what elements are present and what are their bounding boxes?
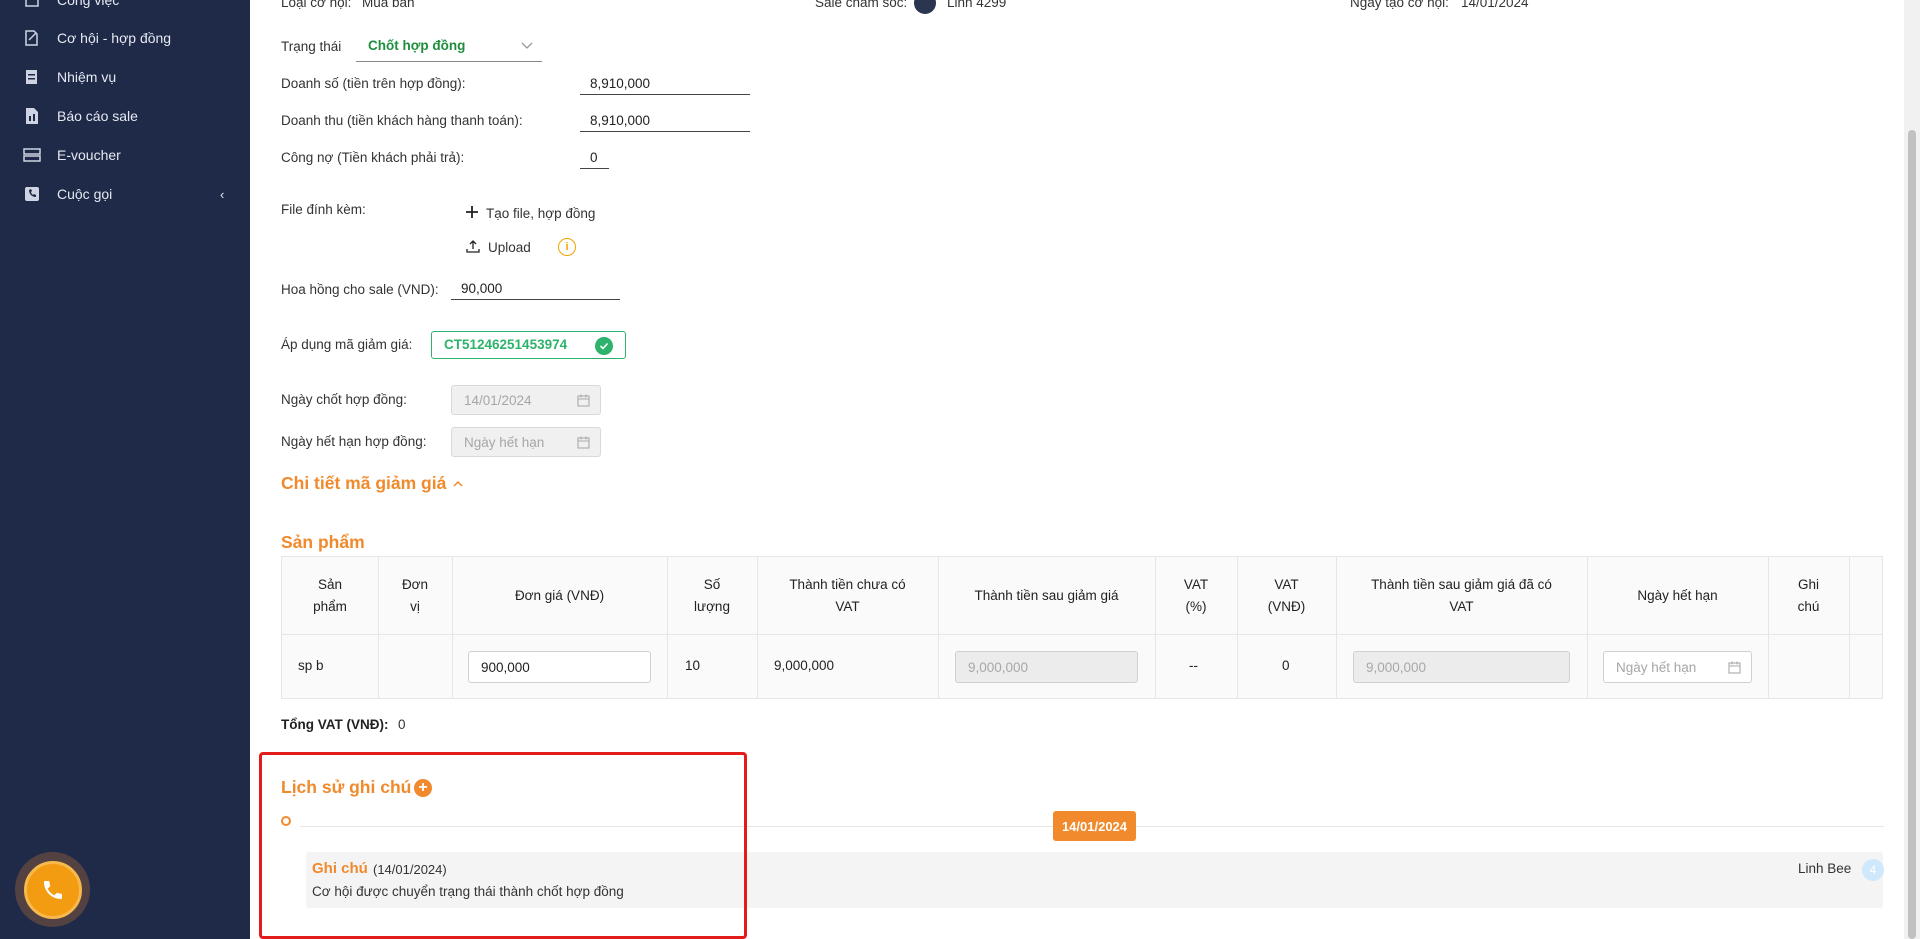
revenue-contract-input[interactable] bbox=[580, 73, 750, 95]
sidebar-item-label: Cuộc gọi bbox=[57, 186, 113, 202]
sidebar: Công việc Cơ hội - hợp đồng Nhiệm vụ Báo… bbox=[0, 0, 250, 939]
col-header-vat-pct: VAT (%) bbox=[1183, 576, 1209, 614]
sidebar-item-label: Công việc bbox=[57, 0, 120, 8]
sidebar-item-tasks[interactable]: Công việc bbox=[0, 0, 250, 17]
sidebar-item-sale-report[interactable]: Báo cáo sale bbox=[0, 99, 250, 133]
close-date-label: Ngày chốt hợp đồng: bbox=[281, 392, 407, 407]
debt-input[interactable] bbox=[580, 147, 609, 169]
create-file-label: Tạo file, hợp đồng bbox=[486, 206, 596, 221]
scrollbar-thumb[interactable] bbox=[1908, 130, 1916, 939]
discount-code: CT51246251453974 bbox=[444, 337, 568, 352]
discount-detail-toggle[interactable]: Chi tiết mã giảm giá bbox=[281, 473, 464, 494]
avatar: 4 bbox=[1862, 859, 1884, 881]
expire-date-placeholder: Ngày hết hạn bbox=[464, 435, 545, 450]
cell-vat-vnd: 0 bbox=[1282, 658, 1290, 673]
created-date-label: Ngày tạo cơ hội: bbox=[1350, 0, 1449, 10]
note-date-badge: 14/01/2024 bbox=[1053, 811, 1136, 841]
products-title: Sản phẩm bbox=[281, 532, 365, 552]
col-header-unit: Đơn vị bbox=[401, 576, 429, 614]
task-icon bbox=[22, 0, 42, 10]
col-header-amount-pre-vat: Thành tiền chưa có VAT bbox=[789, 576, 906, 614]
revenue-paid-input[interactable] bbox=[580, 110, 750, 132]
phone-icon bbox=[22, 184, 42, 204]
upload-button[interactable]: Upload bbox=[466, 239, 531, 256]
call-button[interactable] bbox=[15, 852, 90, 927]
sidebar-item-mission[interactable]: Nhiệm vụ bbox=[0, 60, 250, 94]
sidebar-item-label: Cơ hội - hợp đồng bbox=[57, 30, 172, 46]
product-table: Sản phẩm Đơn vị Đơn giá (VNĐ) Số lượng Thàn… bbox=[281, 556, 1883, 699]
revenue-contract-label: Doanh số (tiền trên hợp đồng): bbox=[281, 76, 466, 91]
chevron-down-icon bbox=[520, 38, 534, 57]
cell-vat-pct: -- bbox=[1189, 658, 1198, 673]
close-date-input[interactable]: 14/01/2024 bbox=[451, 385, 601, 415]
col-header-product: Sản phẩm bbox=[313, 576, 347, 614]
total-vat-value: 0 bbox=[398, 717, 406, 732]
status-value: Chốt hợp đồng bbox=[368, 38, 466, 53]
commission-input[interactable] bbox=[451, 278, 620, 300]
plus-icon bbox=[466, 206, 478, 221]
discount-detail-title: Chi tiết mã giảm giá bbox=[281, 473, 447, 493]
sidebar-item-opportunity[interactable]: Cơ hội - hợp đồng bbox=[0, 21, 250, 55]
opportunity-type-value: Mua bán bbox=[362, 0, 415, 10]
attachment-label: File đính kèm: bbox=[281, 202, 366, 217]
create-file-button[interactable]: Tạo file, hợp đồng bbox=[466, 206, 595, 221]
check-circle-icon bbox=[595, 337, 613, 355]
revenue-paid-label: Doanh thu (tiền khách hàng thanh toán): bbox=[281, 113, 523, 128]
discount-label: Áp dụng mã giảm giá: bbox=[281, 337, 413, 352]
chevron-left-icon[interactable]: ‹ bbox=[220, 187, 224, 202]
cell-qty: 10 bbox=[685, 658, 701, 673]
col-header-amount-after-discount: Thành tiền sau giảm giá bbox=[974, 587, 1119, 603]
created-date-value: 14/01/2024 bbox=[1461, 0, 1529, 10]
voucher-icon bbox=[22, 145, 42, 165]
sidebar-item-label: E-voucher bbox=[57, 147, 121, 163]
sale-label: Sale chăm sóc: bbox=[815, 0, 908, 10]
calendar-icon bbox=[577, 394, 590, 412]
price-input[interactable]: 900,000 bbox=[468, 651, 651, 683]
phone-call-icon bbox=[23, 860, 82, 919]
expire-date-label: Ngày hết hạn hợp đồng: bbox=[281, 434, 427, 449]
status-label: Trạng thái bbox=[281, 39, 342, 54]
cell-amount-pre-vat: 9,000,000 bbox=[774, 658, 835, 673]
row-expire-placeholder: Ngày hết hạn bbox=[1616, 659, 1697, 675]
chevron-up-icon bbox=[452, 473, 464, 494]
discount-code-badge[interactable]: CT51246251453974 bbox=[431, 331, 626, 359]
calendar-icon bbox=[577, 436, 590, 454]
report-icon bbox=[22, 106, 42, 126]
sidebar-item-evoucher[interactable]: E-voucher bbox=[0, 138, 250, 172]
highlight-box bbox=[259, 752, 747, 939]
upload-label: Upload bbox=[488, 240, 531, 255]
upload-icon bbox=[466, 239, 480, 256]
mission-icon bbox=[22, 67, 42, 87]
sidebar-item-label: Báo cáo sale bbox=[57, 108, 138, 124]
scrollbar[interactable] bbox=[1904, 0, 1920, 939]
close-date-value: 14/01/2024 bbox=[464, 393, 532, 408]
col-header-qty: Số lượng bbox=[694, 576, 730, 614]
calendar-icon bbox=[1728, 661, 1741, 677]
amount-after-discount-vat-input: 9,000,000 bbox=[1353, 651, 1570, 683]
col-header-note: Ghi chú bbox=[1797, 576, 1820, 614]
amount-after-discount-input: 9,000,000 bbox=[955, 651, 1138, 683]
col-header-vat-vnd: VAT (VNĐ) bbox=[1267, 576, 1306, 614]
debt-label: Công nợ (Tiền khách phải trả): bbox=[281, 150, 465, 165]
opportunity-type-label: Loại cơ hội: bbox=[281, 0, 352, 10]
row-expire-date-input[interactable]: Ngày hết hạn bbox=[1603, 651, 1752, 683]
sidebar-item-calls[interactable]: Cuộc gọi ‹ bbox=[0, 177, 250, 211]
expire-date-input[interactable]: Ngày hết hạn bbox=[451, 427, 601, 457]
sale-avatar bbox=[914, 0, 936, 14]
cell-product: sp b bbox=[298, 658, 324, 673]
note-author: Linh Bee bbox=[1798, 861, 1852, 876]
col-header-expire: Ngày hết hạn bbox=[1637, 587, 1718, 603]
sidebar-item-label: Nhiệm vụ bbox=[57, 69, 117, 85]
info-icon[interactable]: i bbox=[558, 238, 576, 256]
contract-icon bbox=[22, 28, 42, 48]
col-header-amount-after-discount-vat: Thành tiền sau giảm giá đã có VAT bbox=[1371, 576, 1552, 614]
status-select[interactable]: Chốt hợp đồng bbox=[356, 34, 542, 62]
total-vat-label: Tổng VAT (VNĐ): bbox=[281, 717, 389, 732]
sale-value: Linh 4299 bbox=[947, 0, 1007, 10]
commission-label: Hoa hồng cho sale (VND): bbox=[281, 282, 439, 297]
col-header-price: Đơn giá (VNĐ) bbox=[514, 587, 605, 603]
